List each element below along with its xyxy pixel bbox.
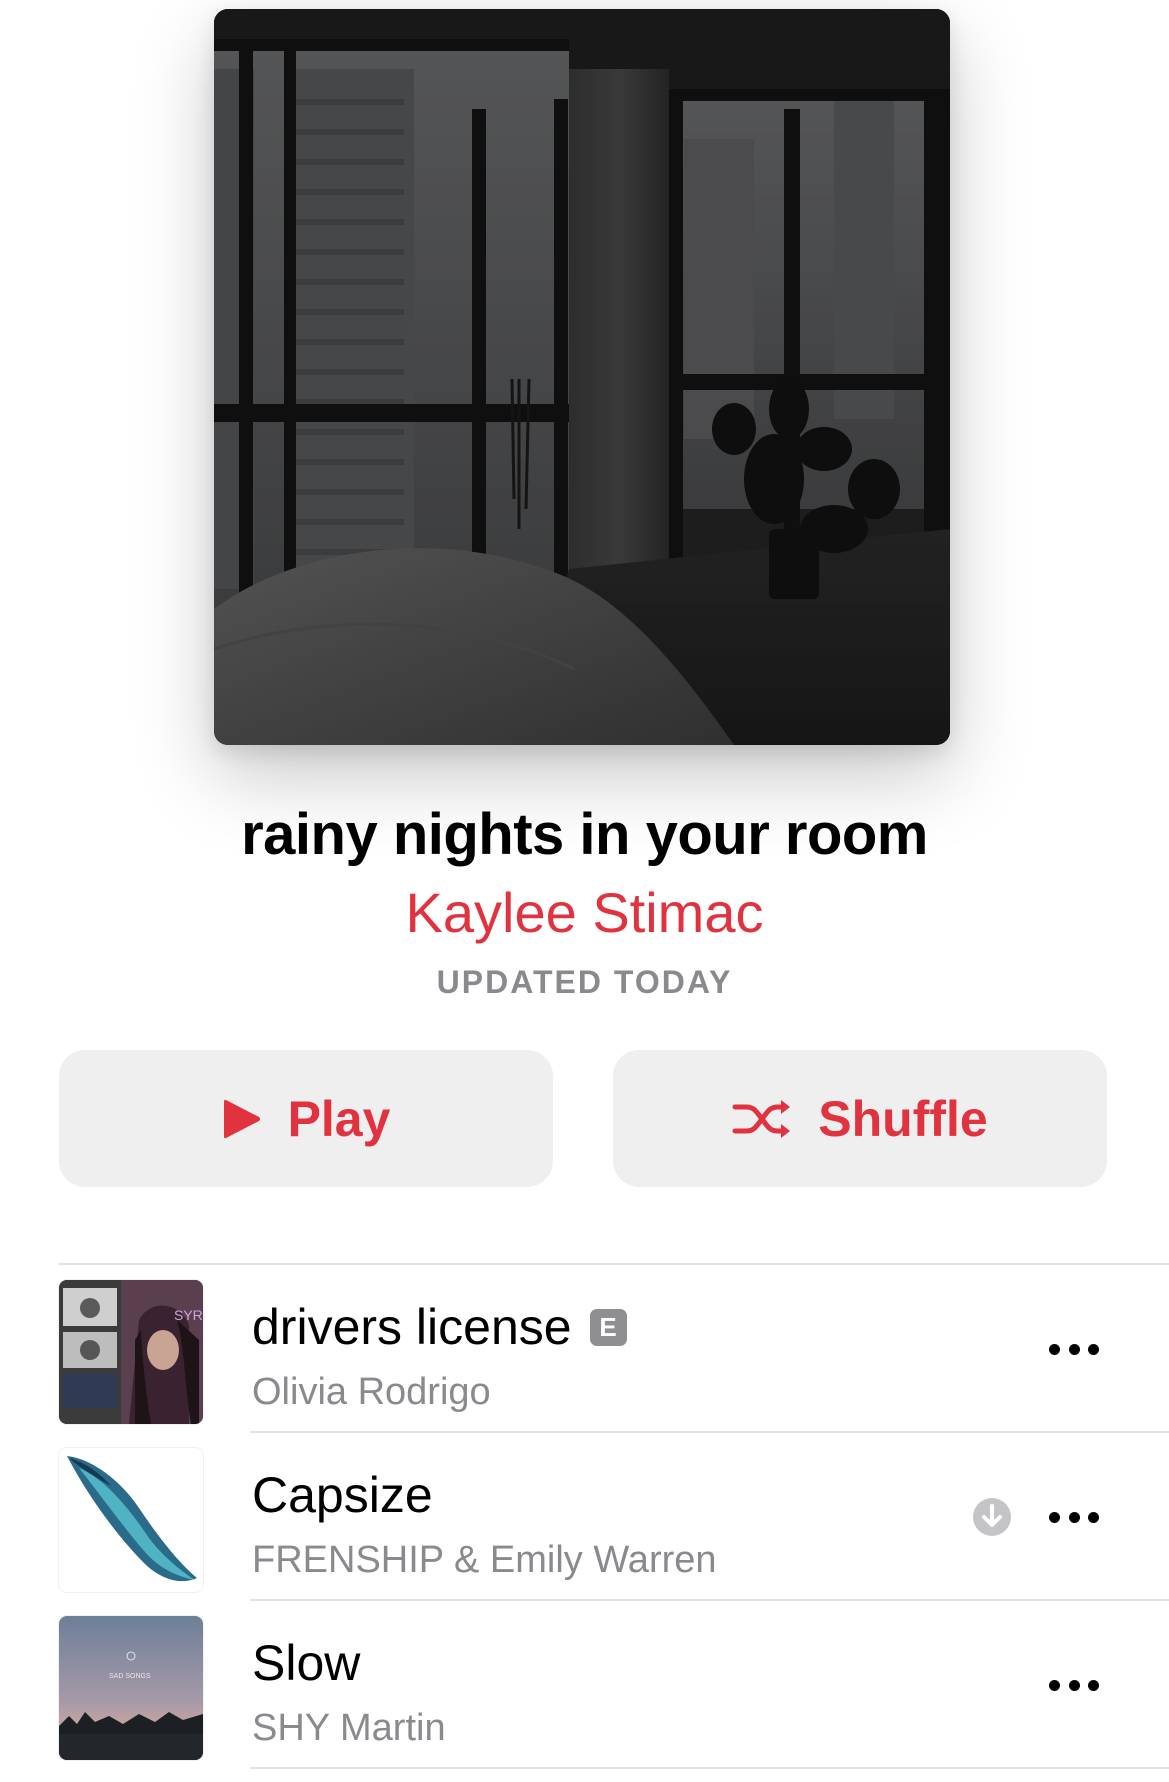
more-icon	[1049, 1679, 1060, 1691]
track-title: Capsize	[252, 1467, 433, 1523]
track-artist: Olivia Rodrigo	[252, 1371, 491, 1413]
downloaded-icon	[972, 1497, 1012, 1537]
track-row[interactable]: Capsize FRENSHIP & Emily Warren	[0, 1433, 1169, 1601]
more-icon	[1049, 1511, 1060, 1523]
track-artist: SHY Martin	[252, 1707, 446, 1749]
play-button[interactable]: Play	[59, 1050, 553, 1187]
track-row[interactable]: SYR drivers license E Olivia Rodrigo	[0, 1265, 1169, 1433]
track-title: drivers license	[252, 1299, 572, 1355]
explicit-badge: E	[589, 1308, 627, 1346]
track-artwork: SYR	[59, 1280, 203, 1424]
shuffle-button-label: Shuffle	[818, 1090, 988, 1147]
track-artwork: SAD SONGS	[59, 1616, 203, 1760]
shuffle-icon	[732, 1097, 792, 1141]
row-divider	[250, 1767, 1169, 1769]
playlist-curator-link[interactable]: Kaylee Stimac	[0, 880, 1169, 946]
more-options-button[interactable]	[1049, 1667, 1099, 1703]
more-options-button[interactable]	[1049, 1331, 1099, 1367]
track-artist: FRENSHIP & Emily Warren	[252, 1539, 717, 1581]
playlist-title: rainy nights in your room	[241, 802, 928, 867]
updated-label: UPDATED TODAY	[436, 964, 733, 1000]
track-title: Slow	[252, 1635, 361, 1691]
track-row[interactable]: SAD SONGS Slow SHY Martin	[0, 1601, 1169, 1769]
more-icon	[1049, 1343, 1060, 1355]
track-artwork	[59, 1448, 203, 1592]
svg-text:SAD SONGS: SAD SONGS	[109, 1673, 151, 1680]
more-options-button[interactable]	[1049, 1499, 1099, 1535]
play-icon	[222, 1097, 262, 1141]
play-button-label: Play	[287, 1090, 391, 1147]
svg-text:SYR: SYR	[174, 1307, 203, 1323]
playlist-artwork	[214, 9, 950, 745]
shuffle-button[interactable]: Shuffle	[613, 1050, 1107, 1187]
